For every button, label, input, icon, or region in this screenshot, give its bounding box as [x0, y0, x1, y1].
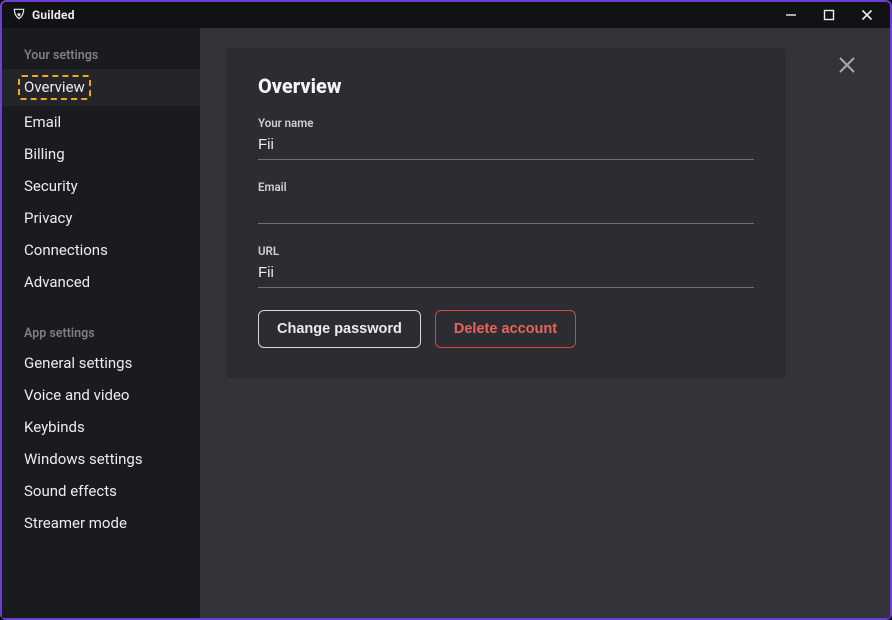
sidebar-item-keybinds[interactable]: Keybinds: [2, 411, 200, 443]
brand-text: Guilded: [32, 8, 75, 22]
sidebar-item-label: General settings: [24, 354, 132, 372]
main-content: Overview Your name Email URL Change pass…: [200, 28, 890, 618]
field-url: URL: [258, 244, 754, 288]
titlebar: Guilded: [2, 2, 890, 28]
field-label-url: URL: [258, 244, 754, 258]
minimize-icon: [785, 6, 797, 25]
sidebar-item-overview[interactable]: Overview: [2, 69, 200, 106]
field-email: Email: [258, 180, 754, 224]
email-input[interactable]: [258, 198, 754, 224]
sidebar-item-label: Windows settings: [24, 450, 143, 468]
sidebar-item-windows-settings[interactable]: Windows settings: [2, 443, 200, 475]
sidebar-item-label: Voice and video: [24, 386, 129, 404]
change-password-button[interactable]: Change password: [258, 310, 421, 348]
sidebar-item-connections[interactable]: Connections: [2, 234, 200, 266]
sidebar-section-your-settings: Your settings: [2, 42, 200, 69]
sidebar-item-billing[interactable]: Billing: [2, 138, 200, 170]
sidebar-item-security[interactable]: Security: [2, 170, 200, 202]
field-label-email: Email: [258, 180, 754, 194]
sidebar-item-privacy[interactable]: Privacy: [2, 202, 200, 234]
sidebar-item-label: Email: [24, 113, 61, 131]
close-icon: [838, 59, 856, 78]
close-icon: [861, 6, 873, 25]
sidebar-item-sound-effects[interactable]: Sound effects: [2, 475, 200, 507]
maximize-button[interactable]: [812, 4, 846, 26]
sidebar-item-label: Sound effects: [24, 482, 117, 500]
sidebar-item-label: Privacy: [24, 209, 72, 227]
sidebar-item-label: Security: [24, 177, 78, 195]
sidebar-item-label: Streamer mode: [24, 514, 127, 532]
app-body: Your settings Overview Email Billing Sec…: [2, 28, 890, 618]
sidebar-item-label: Advanced: [24, 273, 90, 291]
sidebar-section-app-settings: App settings: [2, 320, 200, 347]
name-input[interactable]: [258, 134, 754, 160]
url-input[interactable]: [258, 262, 754, 288]
sidebar-item-advanced[interactable]: Advanced: [2, 266, 200, 298]
field-your-name: Your name: [258, 116, 754, 160]
sidebar-item-general-settings[interactable]: General settings: [2, 347, 200, 379]
sidebar-item-label: Connections: [24, 241, 108, 259]
sidebar-item-voice-and-video[interactable]: Voice and video: [2, 379, 200, 411]
sidebar-item-streamer-mode[interactable]: Streamer mode: [2, 507, 200, 539]
sidebar-item-label: Billing: [24, 145, 65, 163]
sidebar-item-label: Overview: [18, 75, 91, 100]
guilded-shield-icon: [12, 6, 26, 25]
sidebar: Your settings Overview Email Billing Sec…: [2, 28, 200, 618]
button-row: Change password Delete account: [258, 310, 754, 348]
minimize-button[interactable]: [774, 4, 808, 26]
brand: Guilded: [12, 6, 75, 25]
maximize-icon: [823, 6, 835, 25]
sidebar-item-email[interactable]: Email: [2, 106, 200, 138]
overview-panel: Overview Your name Email URL Change pass…: [226, 48, 786, 378]
app-window: Guilded Your settings: [0, 0, 892, 620]
close-window-button[interactable]: [850, 4, 884, 26]
field-label-name: Your name: [258, 116, 754, 130]
window-controls: [774, 4, 884, 26]
delete-account-button[interactable]: Delete account: [435, 310, 576, 348]
close-panel-button[interactable]: [838, 56, 856, 78]
panel-title: Overview: [258, 74, 754, 98]
sidebar-item-label: Keybinds: [24, 418, 85, 436]
